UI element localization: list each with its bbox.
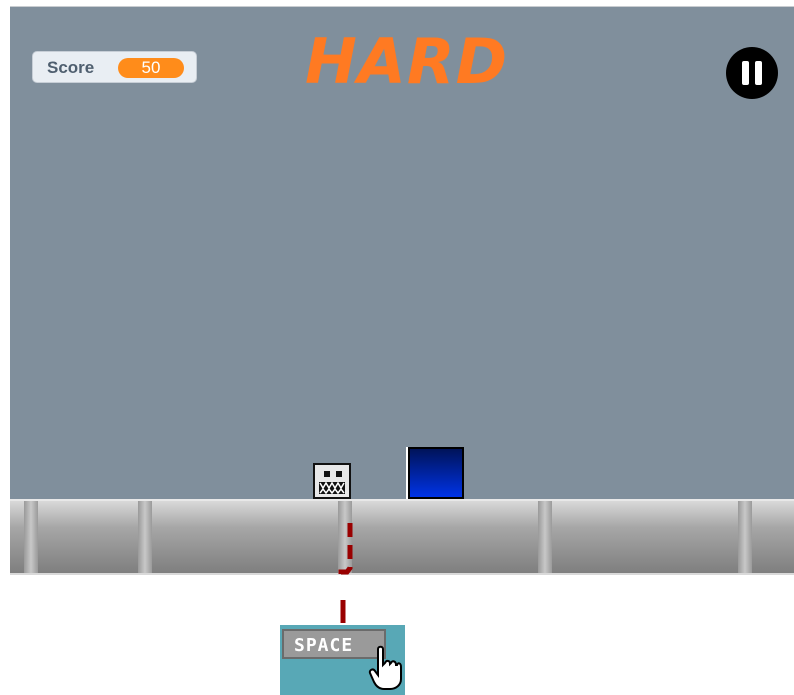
jump-trace-line [338, 523, 353, 623]
space-key-hint: SPACE [280, 625, 405, 695]
space-key-label: SPACE [294, 635, 354, 656]
hand-pointer-icon [368, 645, 402, 690]
